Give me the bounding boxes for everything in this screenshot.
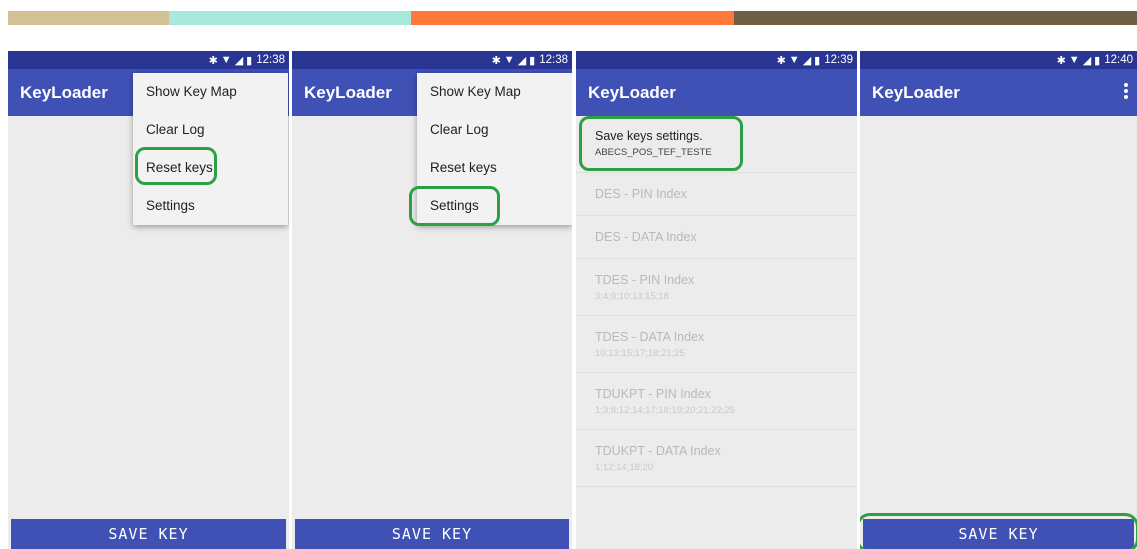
- phone-screen-2: ✱ ▼ ◢ ▮ 12:38 KeyLoader Show Key Map Cle…: [292, 51, 572, 549]
- bluetooth-icon: ✱: [776, 54, 786, 67]
- setting-title: TDUKPT - PIN Index: [595, 387, 711, 401]
- status-icons: ✱ ▼ ◢ ▮: [209, 54, 253, 67]
- battery-icon: ▮: [814, 54, 821, 67]
- menu-item-settings[interactable]: Settings: [417, 187, 572, 225]
- phone-screen-4: ✱ ▼ ◢ ▮ 12:40 KeyLoader SAVE KEY: [860, 51, 1137, 549]
- setting-summary: ABECS_POS_TEF_TESTE: [595, 147, 712, 158]
- setting-title: TDUKPT - DATA Index: [595, 444, 721, 458]
- setting-summary: 10;13;15;17;18;21;25: [595, 348, 685, 359]
- strip-segment-orange: [411, 11, 734, 25]
- status-bar: ✱ ▼ ◢ ▮ 12:38: [292, 51, 572, 69]
- menu-item-show-key-map[interactable]: Show Key Map: [417, 73, 572, 111]
- setting-tdukpt-pin-index[interactable]: TDUKPT - PIN Index 1;3;8;12;14;17;18;19;…: [576, 373, 857, 430]
- menu-item-reset-keys[interactable]: Reset keys: [133, 149, 288, 187]
- app-title: KeyLoader: [588, 82, 676, 102]
- phone-screen-3: ✱ ▼ ◢ ▮ 12:39 KeyLoader Save keys settin…: [576, 51, 857, 549]
- bluetooth-icon: ✱: [491, 54, 501, 67]
- battery-icon: ▮: [246, 54, 253, 67]
- status-bar: ✱ ▼ ◢ ▮ 12:39: [576, 51, 857, 69]
- overflow-menu: Show Key Map Clear Log Reset keys Settin…: [133, 73, 288, 225]
- menu-item-clear-log[interactable]: Clear Log: [417, 111, 572, 149]
- setting-title: Save keys settings.: [595, 129, 703, 143]
- status-icons: ✱ ▼ ◢ ▮: [492, 54, 536, 67]
- app-title: KeyLoader: [304, 82, 392, 102]
- app-title: KeyLoader: [872, 82, 960, 102]
- status-time: 12:39: [824, 54, 853, 66]
- status-time: 12:40: [1104, 54, 1133, 66]
- signal-icon: ◢: [517, 54, 527, 67]
- status-icons: ✱ ▼ ◢ ▮: [1057, 54, 1101, 67]
- signal-icon: ◢: [1082, 54, 1092, 67]
- signal-icon: ◢: [802, 54, 812, 67]
- strip-segment-tan: [8, 11, 169, 25]
- wifi-icon: ▼: [788, 54, 800, 66]
- setting-title: TDES - PIN Index: [595, 273, 695, 287]
- wifi-icon: ▼: [220, 54, 232, 66]
- app-bar: KeyLoader: [576, 69, 857, 116]
- signal-icon: ◢: [234, 54, 244, 67]
- battery-icon: ▮: [1094, 54, 1101, 67]
- settings-list: Save keys settings. ABECS_POS_TEF_TESTE …: [576, 116, 857, 487]
- setting-summary: 1;3;8;12;14;17;18;19;20;21;22;25: [595, 405, 735, 416]
- setting-tdes-data-index[interactable]: TDES - DATA Index 10;13;15;17;18;21;25: [576, 316, 857, 373]
- status-icons: ✱ ▼ ◢ ▮: [777, 54, 821, 67]
- setting-des-pin-index[interactable]: DES - PIN Index: [576, 173, 857, 216]
- wifi-icon: ▼: [503, 54, 515, 66]
- bluetooth-icon: ✱: [208, 54, 218, 67]
- setting-summary: 3;4;9;10;13;15;18: [595, 291, 669, 302]
- header-color-strip: [8, 11, 1137, 25]
- setting-title: DES - DATA Index: [595, 230, 697, 244]
- setting-tdukpt-data-index[interactable]: TDUKPT - DATA Index 1;12;14;18;20: [576, 430, 857, 487]
- setting-title: DES - PIN Index: [595, 187, 687, 201]
- setting-des-data-index[interactable]: DES - DATA Index: [576, 216, 857, 259]
- app-title: KeyLoader: [20, 82, 108, 102]
- bluetooth-icon: ✱: [1056, 54, 1066, 67]
- menu-item-settings[interactable]: Settings: [133, 187, 288, 225]
- status-bar: ✱ ▼ ◢ ▮ 12:38: [8, 51, 289, 69]
- setting-summary: 1;12;14;18;20: [595, 462, 654, 473]
- menu-item-show-key-map[interactable]: Show Key Map: [133, 73, 288, 111]
- strip-segment-aqua: [169, 11, 411, 25]
- setting-save-keys[interactable]: Save keys settings. ABECS_POS_TEF_TESTE: [576, 116, 857, 173]
- status-time: 12:38: [539, 54, 568, 66]
- setting-title: TDES - DATA Index: [595, 330, 705, 344]
- more-vert-icon[interactable]: [1121, 81, 1131, 103]
- overflow-menu: Show Key Map Clear Log Reset keys Settin…: [417, 73, 572, 225]
- save-key-button[interactable]: SAVE KEY: [295, 519, 569, 549]
- save-key-button[interactable]: SAVE KEY: [11, 519, 286, 549]
- status-bar: ✱ ▼ ◢ ▮ 12:40: [860, 51, 1137, 69]
- app-bar: KeyLoader: [860, 69, 1137, 116]
- wifi-icon: ▼: [1068, 54, 1080, 66]
- phone-screen-1: ✱ ▼ ◢ ▮ 12:38 KeyLoader Show Key Map Cle…: [8, 51, 289, 549]
- menu-item-reset-keys[interactable]: Reset keys: [417, 149, 572, 187]
- setting-tdes-pin-index[interactable]: TDES - PIN Index 3;4;9;10;13;15;18: [576, 259, 857, 316]
- menu-item-clear-log[interactable]: Clear Log: [133, 111, 288, 149]
- strip-segment-brown: [734, 11, 1137, 25]
- status-time: 12:38: [256, 54, 285, 66]
- save-key-button[interactable]: SAVE KEY: [863, 519, 1134, 549]
- battery-icon: ▮: [529, 54, 536, 67]
